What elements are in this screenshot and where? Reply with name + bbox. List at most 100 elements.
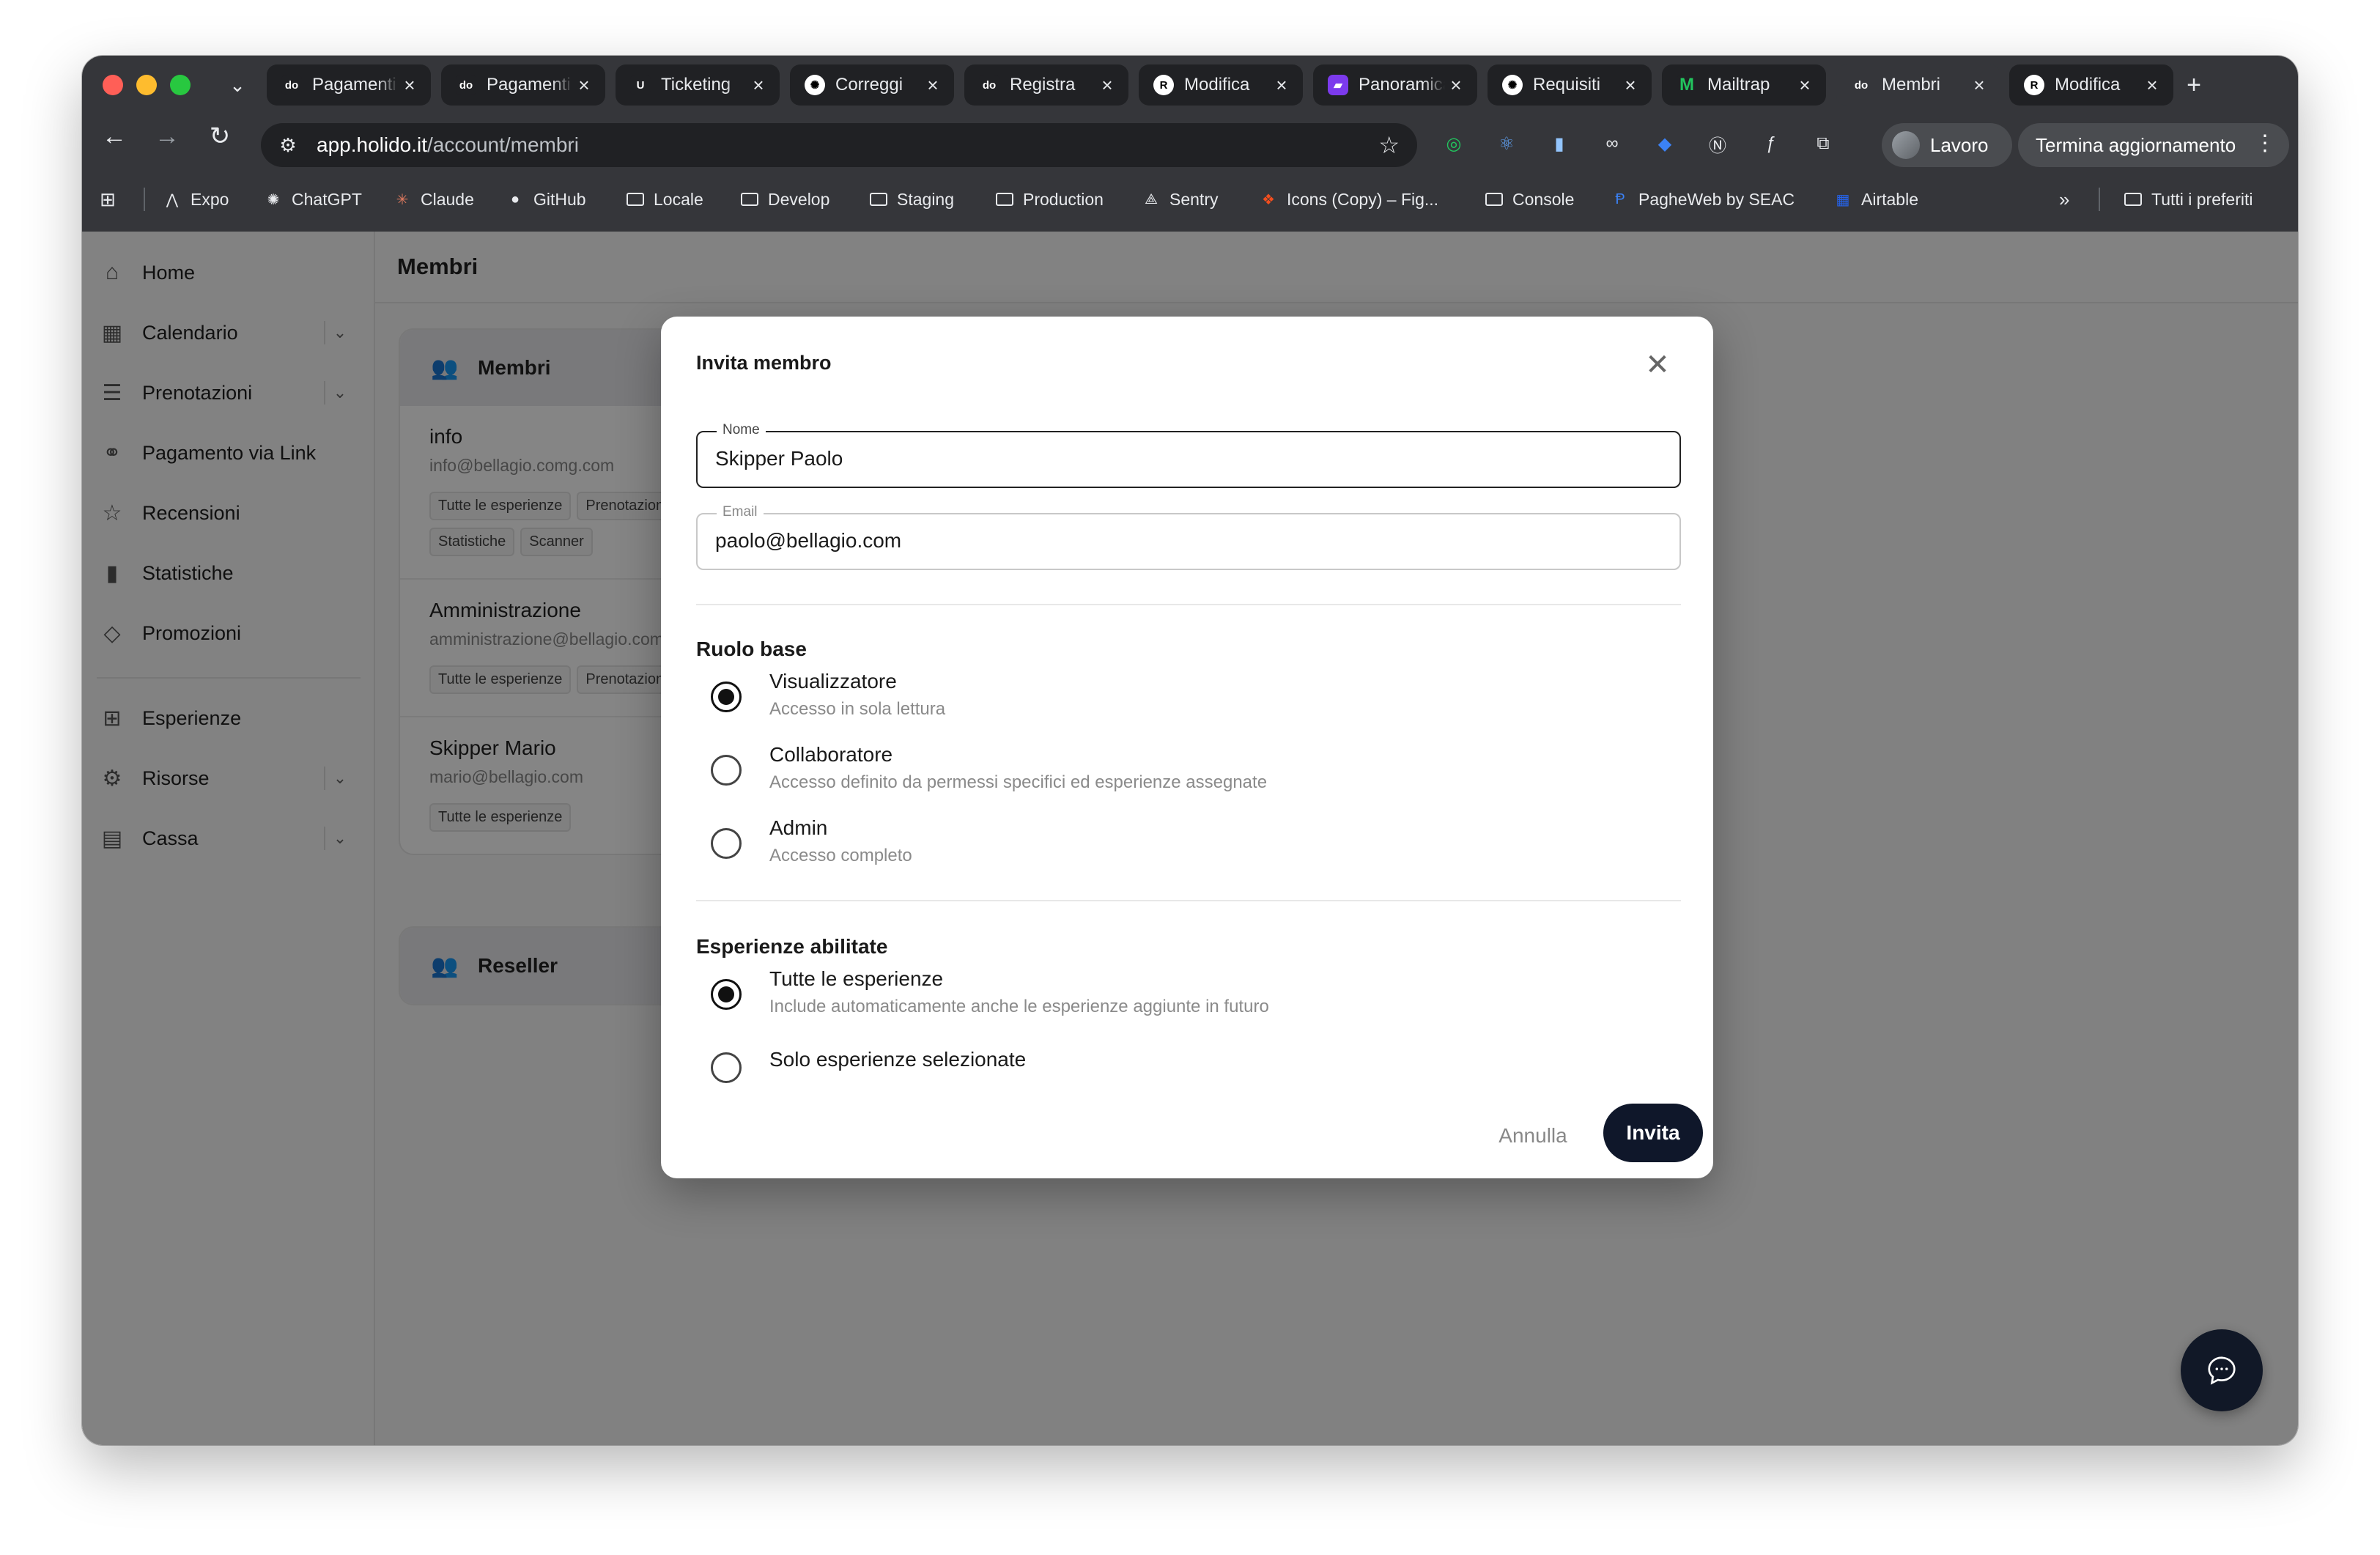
- tab-title: Panoramica: [1359, 75, 1445, 95]
- bookmark-star-icon[interactable]: ☆: [1378, 132, 1400, 158]
- bookmark-label: Production: [1023, 189, 1104, 209]
- extension-target-icon[interactable]: ◎: [1439, 129, 1468, 158]
- profile-button[interactable]: Lavoro: [1882, 123, 2012, 167]
- tab-close-icon[interactable]: ×: [1445, 74, 1467, 97]
- forward-arrow-icon[interactable]: →: [149, 119, 185, 154]
- more-bookmarks-chevron-icon[interactable]: »: [2059, 185, 2069, 214]
- role-option-visualizzatore[interactable]: Visualizzatore Accesso in sola lettura: [696, 670, 1681, 728]
- bookmark-pagheweb[interactable]: Ᵽ PagheWeb by SEAC: [1611, 185, 1795, 214]
- browser-tab[interactable]: do Registra ×: [964, 64, 1128, 106]
- all-bookmarks[interactable]: Tutti i preferiti: [2124, 185, 2252, 214]
- browser-tab[interactable]: M Mailtrap ×: [1662, 64, 1826, 106]
- notion-extension-icon[interactable]: Ⓝ: [1703, 129, 1732, 158]
- bookmark-label: Console: [1512, 189, 1575, 209]
- radio-button-checked[interactable]: [711, 979, 742, 1010]
- bookmark-label: ChatGPT: [292, 189, 362, 209]
- browser-tab[interactable]: U Ticketing ×: [616, 64, 780, 106]
- bookmark-label: Sentry: [1169, 189, 1219, 209]
- extension-link-icon[interactable]: ∞: [1597, 129, 1627, 158]
- folder-icon: [2124, 190, 2143, 209]
- sentry-icon: ⟁: [1145, 191, 1158, 207]
- name-input[interactable]: [715, 444, 1653, 473]
- bookmark-expo[interactable]: ⋀ Expo: [163, 185, 229, 214]
- browser-tab[interactable]: R Modifica ×: [1139, 64, 1303, 106]
- role-option-collaboratore[interactable]: Collaboratore Accesso definito da permes…: [696, 743, 1681, 802]
- tab-close-icon[interactable]: ×: [1619, 74, 1641, 97]
- browser-tab-active[interactable]: do Membri ×: [1836, 64, 2000, 106]
- bookmark-github[interactable]: ● GitHub: [506, 185, 586, 214]
- tab-close-icon[interactable]: ×: [747, 74, 769, 97]
- bookmark-separator: [2099, 188, 2100, 211]
- tab-close-icon[interactable]: ×: [922, 74, 944, 97]
- radio-button-checked[interactable]: [711, 682, 742, 712]
- browser-tab[interactable]: do Pagamenti ×: [441, 64, 605, 106]
- tab-close-icon[interactable]: ×: [1968, 74, 1990, 97]
- reload-icon[interactable]: ↻: [202, 119, 237, 154]
- extension-tag-icon[interactable]: ◆: [1650, 129, 1679, 158]
- bookmark-locale[interactable]: Locale: [626, 185, 703, 214]
- bookmark-sentry[interactable]: ⟁ Sentry: [1142, 185, 1218, 214]
- browser-tab[interactable]: ✺ Requisiti ×: [1488, 64, 1652, 106]
- bookmark-staging[interactable]: Staging: [869, 185, 954, 214]
- bookmark-console[interactable]: Console: [1485, 185, 1574, 214]
- section-divider: [696, 604, 1681, 605]
- modal-title: Invita membro: [696, 352, 832, 374]
- tab-close-icon[interactable]: ×: [1794, 74, 1816, 97]
- bookmark-figma[interactable]: ❖ Icons (Copy) – Fig...: [1259, 185, 1438, 214]
- browser-tab[interactable]: ✺ Correggi ×: [790, 64, 954, 106]
- radio-button[interactable]: [711, 755, 742, 786]
- address-bar[interactable]: ⚙ app.holido.it/account/membri ☆: [261, 123, 1417, 167]
- react-devtools-icon[interactable]: ⚛: [1492, 129, 1521, 158]
- browser-tab[interactable]: ▰ Panoramica ×: [1313, 64, 1477, 106]
- tab-close-icon[interactable]: ×: [1096, 74, 1118, 97]
- bookmark-label: Airtable: [1861, 189, 1918, 209]
- radio-button[interactable]: [711, 828, 742, 859]
- bookmark-chatgpt[interactable]: ✺ ChatGPT: [264, 185, 362, 214]
- tab-favicon-icon: do: [456, 75, 476, 95]
- back-arrow-icon[interactable]: ←: [97, 119, 132, 154]
- radio-description: Accesso definito da permessi specifici e…: [769, 772, 1268, 792]
- extensions-puzzle-icon[interactable]: ⧉: [1808, 129, 1838, 158]
- new-tab-button[interactable]: +: [2178, 69, 2210, 101]
- tab-close-icon[interactable]: ×: [1271, 74, 1293, 97]
- close-window-button[interactable]: [103, 75, 123, 95]
- bookmark-label: Claude: [421, 189, 474, 209]
- airtable-icon: ▦: [1836, 191, 1850, 208]
- folder-icon: [740, 190, 759, 209]
- close-icon[interactable]: ✕: [1641, 349, 1674, 381]
- minimize-window-button[interactable]: [136, 75, 157, 95]
- maximize-window-button[interactable]: [170, 75, 191, 95]
- tab-favicon-icon: do: [1854, 78, 1869, 92]
- radio-button[interactable]: [711, 1052, 742, 1083]
- tab-search-chevron-icon[interactable]: ⌄: [223, 70, 252, 100]
- invite-button[interactable]: Invita: [1603, 1104, 1703, 1162]
- chat-button[interactable]: [2181, 1329, 2263, 1411]
- bookmark-airtable[interactable]: ▦ Airtable: [1833, 185, 1918, 214]
- cancel-button[interactable]: Annulla: [1482, 1114, 1584, 1158]
- browser-tab[interactable]: do Pagamenti ×: [267, 64, 431, 106]
- tab-title: Pagamenti: [487, 75, 571, 95]
- experience-option-all[interactable]: Tutte le esperienze Include automaticame…: [696, 967, 1681, 1026]
- email-input[interactable]: [715, 526, 1653, 555]
- browser-tab[interactable]: R Modifica ×: [2009, 64, 2173, 106]
- apps-grid-icon[interactable]: ⊞: [98, 185, 126, 214]
- bookmark-label: Staging: [897, 189, 955, 209]
- more-vert-icon[interactable]: ⋮: [2254, 130, 2276, 156]
- bookmark-develop[interactable]: Develop: [740, 185, 829, 214]
- site-settings-icon[interactable]: ⚙: [276, 133, 300, 158]
- bookmark-claude[interactable]: ✳ Claude: [393, 185, 474, 214]
- role-option-admin[interactable]: Admin Accesso completo: [696, 816, 1681, 875]
- tab-close-icon[interactable]: ×: [2141, 74, 2163, 97]
- extension-docs-icon[interactable]: ▮: [1545, 129, 1574, 158]
- tab-close-icon[interactable]: ×: [399, 74, 421, 97]
- update-button[interactable]: Termina aggiornamento ⋮: [2018, 123, 2289, 167]
- tab-favicon-icon: U: [630, 75, 651, 95]
- experience-option-selected[interactable]: Solo esperienze selezionate: [696, 1041, 1681, 1099]
- formula-extension-icon[interactable]: ƒ: [1756, 129, 1785, 158]
- all-bookmarks-label: Tutti i preferiti: [2151, 189, 2253, 209]
- name-field[interactable]: Nome: [696, 422, 1681, 488]
- tab-close-icon[interactable]: ×: [573, 74, 595, 97]
- tab-title: Correggi: [835, 75, 903, 95]
- bookmark-production[interactable]: Production: [995, 185, 1104, 214]
- email-field[interactable]: Email: [696, 504, 1681, 570]
